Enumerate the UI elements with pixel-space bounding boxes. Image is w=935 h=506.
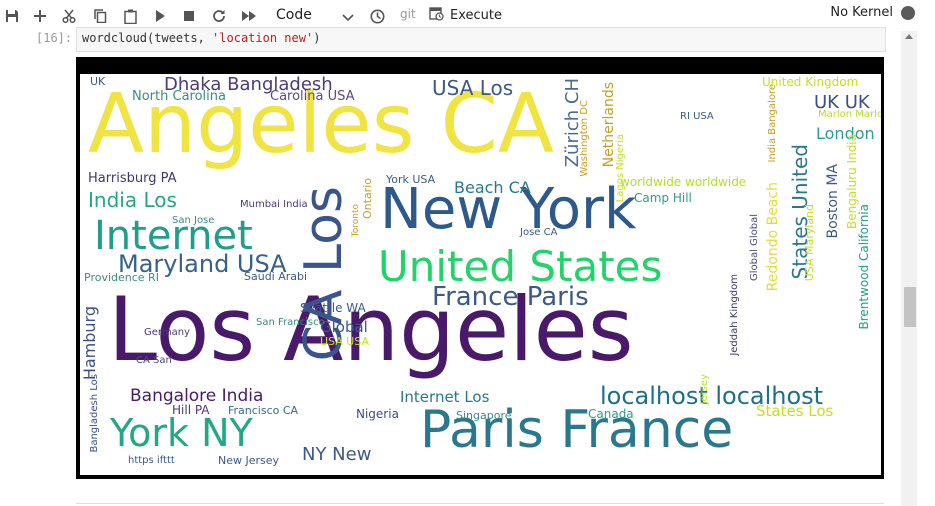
restart-icon[interactable] [207, 4, 231, 28]
wordcloud-word: Seattle WA [300, 301, 366, 315]
wordcloud-word: Toronto [351, 204, 361, 238]
wordcloud-word: RI USA [680, 111, 714, 122]
kernel-status-indicator [901, 5, 915, 20]
wordcloud-word: USA Maryland [803, 204, 816, 282]
wordcloud-word: Boston MA [825, 164, 841, 239]
wordcloud-word: Redondo Beach [765, 182, 781, 292]
wordcloud-word: Internet Los [400, 388, 490, 406]
wordcloud-word: Ontario [361, 178, 374, 219]
cut-icon[interactable] [57, 4, 81, 28]
wordcloud-word: India Los [88, 188, 177, 212]
save-icon[interactable] [0, 4, 24, 28]
cell-divider [76, 503, 884, 504]
wordcloud-word: York USA [386, 173, 436, 186]
run-icon[interactable] [148, 4, 172, 28]
add-icon[interactable] [28, 4, 52, 28]
scrollbar[interactable] [901, 31, 917, 506]
wordcloud-word: Providence RI [84, 271, 159, 284]
code-string: 'location new' [212, 31, 314, 45]
wordcloud-word: San Francisco [256, 317, 325, 328]
wordcloud-word: CA San [136, 355, 172, 366]
scroll-thumb[interactable] [904, 287, 916, 327]
scroll-up-icon[interactable] [905, 34, 913, 39]
paste-icon[interactable] [118, 4, 142, 28]
wordcloud-word: USA USA [320, 335, 370, 348]
copy-icon[interactable] [88, 4, 112, 28]
wordcloud-word: Jose CA [520, 227, 558, 238]
kernel-label: No Kernel [830, 5, 893, 20]
wordcloud-word: worldwide worldwide [620, 175, 747, 189]
wordcloud-word: Lagos Nigeria [615, 134, 626, 203]
wordcloud-word: Global [320, 318, 368, 336]
wordcloud-word: Saudi Arabi [244, 270, 308, 283]
wordcloud-word: Canada [588, 407, 634, 421]
execute-icon [429, 6, 444, 25]
wordcloud-word: Camp Hill [634, 191, 692, 205]
wordcloud-word: Nigeria [356, 407, 399, 421]
run-all-icon[interactable] [237, 4, 261, 28]
cell-type-select[interactable]: Code [268, 4, 360, 26]
stop-icon[interactable] [177, 4, 201, 28]
execute-label: Execute [450, 7, 502, 23]
wordcloud-word: Harrisburg PA [88, 171, 177, 186]
execute-button[interactable]: Execute [429, 4, 502, 26]
wordcloud-word: NY New [302, 444, 372, 465]
wordcloud-word: France Paris [432, 282, 589, 312]
cell-prompt: [16]: [36, 31, 73, 45]
wordcloud-word: Hill PA [172, 403, 210, 417]
wordcloud-word: Marlon Marlon [818, 109, 881, 120]
wordcloud-word: Mumbai India [240, 199, 308, 210]
wordcloud-word: York NY [110, 411, 253, 455]
wordcloud-word: Carolina USA [270, 89, 355, 104]
wordcloud-word: Bangladesh Los [89, 374, 100, 453]
code-line: wordcloud(tweets, 'location new') [82, 31, 320, 45]
wordcloud-word: States Los [756, 402, 834, 420]
wordcloud-word: https ifttt [128, 455, 175, 466]
git-label[interactable]: git [400, 7, 416, 21]
wordcloud-word: Germany [144, 327, 190, 338]
code-editor[interactable]: wordcloud(tweets, 'location new') [76, 27, 886, 52]
kernel-status[interactable]: No Kernel [830, 5, 915, 20]
wordcloud-word: San Jose [172, 215, 215, 226]
wordcloud-word: Netherlands [601, 82, 617, 168]
wordcloud-word: Francisco CA [228, 404, 299, 417]
wordcloud-word: United Kingdom [762, 75, 859, 89]
wordcloud-word: UK [90, 75, 106, 88]
clock-icon[interactable] [365, 4, 389, 28]
chevron-down-icon [342, 8, 354, 27]
code-function: wordcloud(tweets, [82, 31, 213, 45]
cell-type-value: Code [276, 7, 312, 23]
wordcloud-word: North Carolina [132, 89, 226, 104]
wordcloud-word: USA Los [432, 76, 514, 100]
wordcloud-word: Global Global [749, 214, 760, 281]
wordcloud-word: New Jersey [218, 454, 280, 467]
wordcloud-word: Washington DC [579, 100, 590, 177]
wordcloud-word: Hamburg [80, 306, 99, 381]
wordcloud-word: Beach CA [454, 178, 531, 197]
wordcloud-word: India Bangalore [767, 84, 778, 163]
code-end: ) [313, 31, 321, 45]
wordcloud-word: Jersey [699, 374, 710, 405]
wordcloud-word: Jeddah Kingdom [729, 274, 740, 356]
wordcloud-word: Singapore [456, 409, 512, 422]
wordcloud-word: Brentwood California [857, 204, 871, 330]
wordcloud-image: Angeles CA Los Angeles New York United Stat… [80, 74, 881, 475]
